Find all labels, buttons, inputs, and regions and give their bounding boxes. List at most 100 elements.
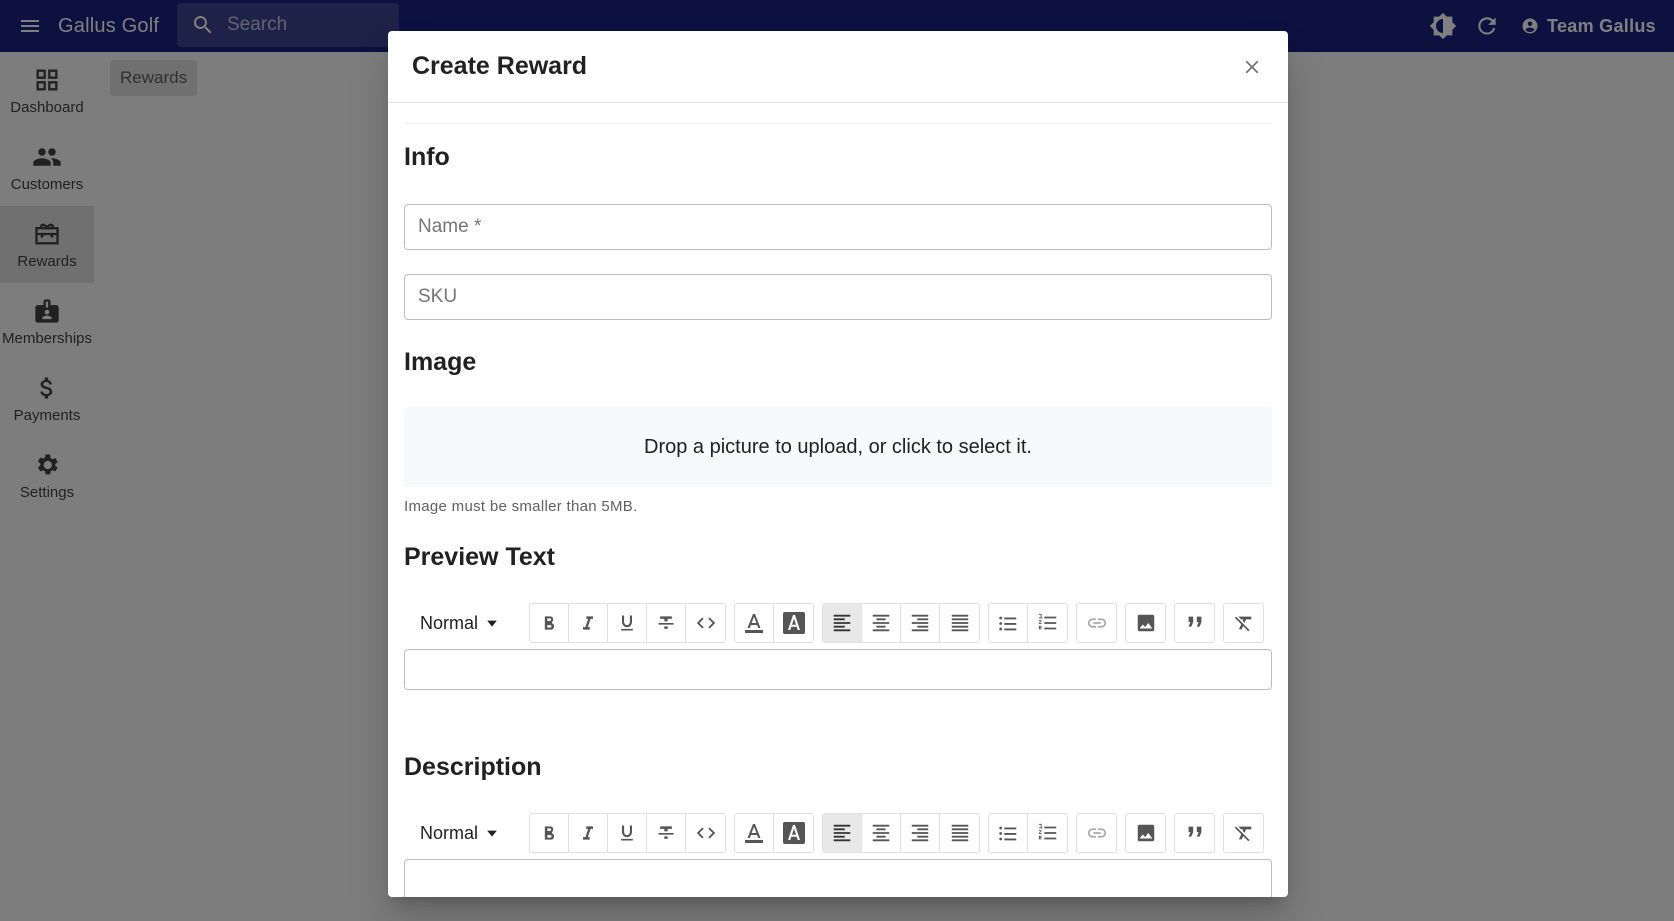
quote-icon — [1188, 616, 1201, 627]
underline-icon — [621, 615, 633, 631]
code-button[interactable] — [686, 814, 725, 852]
align-left-button[interactable] — [823, 814, 862, 852]
numbered-list-button[interactable] — [1028, 814, 1067, 852]
image-helper-text: Image must be smaller than 5MB. — [404, 498, 638, 515]
code-button[interactable] — [686, 604, 725, 642]
strikethrough-button[interactable] — [647, 604, 686, 642]
strikethrough-button[interactable] — [647, 814, 686, 852]
align-right-icon — [911, 824, 929, 842]
description-section-title: Description — [404, 753, 542, 781]
description-toolbar: Normal — [404, 811, 1272, 855]
bulleted-list-icon — [999, 616, 1017, 631]
format-clear-icon — [1234, 616, 1251, 632]
italic-button[interactable] — [569, 814, 608, 852]
chevron-down-icon — [487, 620, 497, 627]
bold-button[interactable] — [530, 604, 569, 642]
italic-button[interactable] — [569, 604, 608, 642]
quote-group — [1174, 813, 1215, 853]
insert-image-button[interactable] — [1126, 814, 1165, 852]
underline-icon — [621, 825, 633, 841]
inline-style-group — [529, 603, 726, 643]
align-left-icon — [833, 824, 851, 842]
clear-format-group — [1223, 813, 1264, 853]
link-button[interactable] — [1077, 604, 1116, 642]
numbered-list-icon — [1038, 823, 1056, 840]
format-clear-icon — [1234, 826, 1251, 842]
bold-icon — [544, 616, 555, 630]
insert-image-button[interactable] — [1126, 604, 1165, 642]
bold-button[interactable] — [530, 814, 569, 852]
numbered-list-icon — [1038, 613, 1056, 630]
name-field-label: Name * — [418, 216, 482, 237]
alignment-group — [822, 603, 980, 643]
align-justify-icon — [951, 614, 968, 632]
strikethrough-icon — [658, 826, 674, 839]
create-reward-dialog: Create Reward Info Name * SKU Image Drop… — [388, 31, 1288, 897]
font-color-button[interactable] — [735, 814, 774, 852]
numbered-list-button[interactable] — [1028, 604, 1067, 642]
format-select-value: Normal — [420, 612, 479, 633]
alignment-group — [822, 813, 980, 853]
align-right-button[interactable] — [901, 604, 940, 642]
preview-text-toolbar: Normal — [404, 601, 1272, 645]
image-icon — [1137, 824, 1154, 842]
link-icon — [1087, 618, 1106, 628]
highlight-icon — [782, 612, 805, 634]
clear-format-button[interactable] — [1224, 814, 1263, 852]
format-select[interactable]: Normal — [404, 613, 529, 634]
quote-icon — [1188, 826, 1201, 837]
highlight-icon — [782, 822, 805, 844]
align-left-button[interactable] — [823, 604, 862, 642]
bulleted-list-button[interactable] — [989, 604, 1028, 642]
link-icon — [1087, 828, 1106, 838]
align-center-button[interactable] — [862, 604, 901, 642]
description-editor[interactable] — [404, 859, 1272, 897]
underline-button[interactable] — [608, 814, 647, 852]
color-group — [734, 603, 814, 643]
font-color-icon — [745, 614, 763, 633]
blockquote-button[interactable] — [1175, 604, 1214, 642]
clear-format-group — [1223, 603, 1264, 643]
align-justify-icon — [951, 824, 968, 842]
preview-text-editor[interactable] — [404, 649, 1272, 690]
align-justify-button[interactable] — [940, 814, 979, 852]
clear-format-button[interactable] — [1224, 604, 1263, 642]
preview-text-section-title: Preview Text — [404, 543, 556, 571]
color-group — [734, 813, 814, 853]
sku-field-label: SKU — [418, 286, 458, 307]
chevron-down-icon — [487, 830, 497, 837]
link-group — [1076, 813, 1117, 853]
blockquote-button[interactable] — [1175, 814, 1214, 852]
image-dropzone[interactable]: Drop a picture to upload, or click to se… — [404, 407, 1272, 487]
align-center-icon — [872, 614, 890, 632]
underline-button[interactable] — [608, 604, 647, 642]
italic-icon — [583, 616, 593, 630]
quote-group — [1174, 603, 1215, 643]
bulleted-list-button[interactable] — [989, 814, 1028, 852]
list-group — [988, 603, 1068, 643]
font-color-button[interactable] — [735, 604, 774, 642]
format-select-value: Normal — [420, 822, 479, 843]
name-field[interactable]: Name * — [404, 204, 1272, 250]
align-justify-button[interactable] — [940, 604, 979, 642]
font-color-icon — [745, 824, 763, 843]
list-group — [988, 813, 1068, 853]
dialog-body: Info Name * SKU Image Drop a picture to … — [404, 103, 1272, 897]
dialog-title: Create Reward — [412, 52, 588, 80]
align-center-button[interactable] — [862, 814, 901, 852]
inline-style-group — [529, 813, 726, 853]
image-insert-group — [1125, 813, 1166, 853]
bulleted-list-icon — [999, 826, 1017, 841]
sku-field[interactable]: SKU — [404, 274, 1272, 320]
info-section-title: Info — [404, 143, 450, 171]
code-icon — [696, 617, 715, 629]
link-button[interactable] — [1077, 814, 1116, 852]
highlight-button[interactable] — [774, 604, 813, 642]
divider — [404, 123, 1272, 124]
highlight-button[interactable] — [774, 814, 813, 852]
close-icon[interactable] — [1236, 51, 1268, 83]
align-right-button[interactable] — [901, 814, 940, 852]
align-center-icon — [872, 824, 890, 842]
format-select[interactable]: Normal — [404, 823, 529, 844]
align-right-icon — [911, 614, 929, 632]
